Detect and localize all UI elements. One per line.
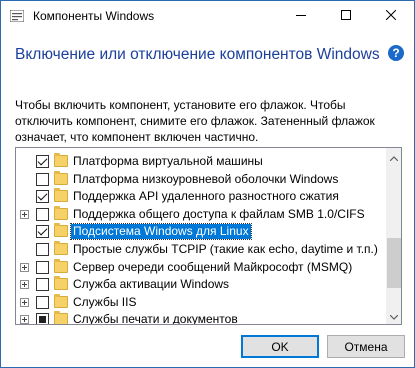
window-title: Компоненты Windows — [33, 9, 155, 23]
scroll-thumb[interactable] — [387, 238, 401, 288]
instructions-text: Чтобы включить компонент, установите его… — [15, 98, 375, 144]
page-title: Включение или отключение компонентов Win… — [15, 46, 380, 63]
title-bar[interactable]: Компоненты Windows — [1, 1, 414, 31]
feature-label: Подсистема Windows для Linux — [70, 223, 252, 241]
feature-label: Платформа низкоуровневой оболочки Window… — [73, 171, 339, 186]
features-tree[interactable]: Платформа виртуальной машины Платформа ни… — [15, 147, 402, 325]
feature-label: Служба активации Windows — [73, 277, 230, 292]
folder-icon — [54, 188, 68, 203]
feature-checkbox[interactable] — [36, 260, 49, 274]
feature-row[interactable]: Служба активации Windows — [16, 275, 386, 293]
feature-row[interactable]: Платформа низкоуровневой оболочки Window… — [16, 170, 386, 188]
features-list: Платформа виртуальной машины Платформа ни… — [16, 148, 386, 324]
maximize-icon — [340, 9, 351, 23]
feature-row[interactable]: Платформа виртуальной машины — [16, 152, 386, 170]
feature-label: Платформа виртуальной машины — [73, 154, 263, 168]
feature-row[interactable]: Поддержка общего доступа к файлам SMB 1.… — [16, 205, 386, 223]
vertical-scrollbar[interactable] — [386, 148, 401, 324]
help-icon[interactable]: ? — [388, 45, 404, 61]
close-button[interactable] — [368, 1, 413, 31]
minimize-icon — [295, 9, 306, 23]
expand-icon[interactable] — [20, 297, 29, 307]
folder-icon — [54, 276, 68, 291]
feature-row[interactable]: Службы печати и документов — [16, 310, 386, 324]
expand-icon[interactable] — [20, 280, 29, 290]
feature-row[interactable]: Службы IIS — [16, 293, 386, 311]
feature-row[interactable]: Поддержка API удаленного разностного сжа… — [16, 187, 386, 205]
windows-features-icon — [9, 9, 25, 23]
folder-icon — [54, 241, 68, 255]
feature-checkbox[interactable] — [36, 313, 49, 324]
folder-icon — [54, 293, 68, 308]
chevron-down-icon — [389, 309, 399, 323]
folder-icon — [54, 170, 68, 185]
folder-icon — [54, 153, 68, 167]
close-icon — [385, 9, 396, 23]
expand-icon[interactable] — [20, 209, 29, 219]
feature-checkbox[interactable] — [36, 243, 49, 256]
feature-label: Поддержка API удаленного разностного сжа… — [73, 189, 339, 204]
dialog-window: Компоненты Windows Включение или отключе… — [0, 0, 415, 368]
folder-icon — [54, 223, 68, 238]
feature-checkbox[interactable] — [36, 225, 49, 239]
expand-icon[interactable] — [20, 315, 29, 324]
feature-label: Сервер очереди сообщений Майкрософт (MSM… — [73, 259, 353, 274]
feature-label: Службы IIS — [73, 294, 137, 309]
feature-label: Простые службы TCPIP (такие как echo, da… — [73, 242, 378, 256]
feature-checkbox[interactable] — [36, 190, 49, 204]
feature-label: Поддержка общего доступа к файлам SMB 1.… — [73, 206, 365, 221]
folder-icon — [54, 205, 68, 220]
folder-icon — [54, 258, 68, 273]
folder-icon — [54, 311, 68, 324]
feature-row[interactable]: Сервер очереди сообщений Майкрософт (MSM… — [16, 258, 386, 276]
scroll-down-button[interactable] — [386, 307, 401, 324]
feature-label: Службы печати и документов — [73, 312, 238, 324]
cancel-button[interactable]: Отмена — [327, 335, 405, 358]
feature-checkbox[interactable] — [36, 207, 49, 221]
expand-icon[interactable] — [20, 262, 29, 272]
feature-checkbox[interactable] — [36, 295, 49, 309]
feature-row[interactable]: Подсистема Windows для Linux — [16, 222, 386, 241]
maximize-button[interactable] — [323, 1, 368, 31]
scroll-up-button[interactable] — [386, 148, 401, 165]
feature-checkbox[interactable] — [36, 278, 49, 292]
feature-checkbox[interactable] — [36, 172, 49, 186]
feature-row[interactable]: Простые службы TCPIP (такие как echo, da… — [16, 240, 386, 258]
ok-button[interactable]: OK — [241, 335, 319, 358]
minimize-button[interactable] — [278, 1, 323, 31]
chevron-up-icon — [389, 150, 399, 164]
feature-checkbox[interactable] — [36, 155, 49, 168]
